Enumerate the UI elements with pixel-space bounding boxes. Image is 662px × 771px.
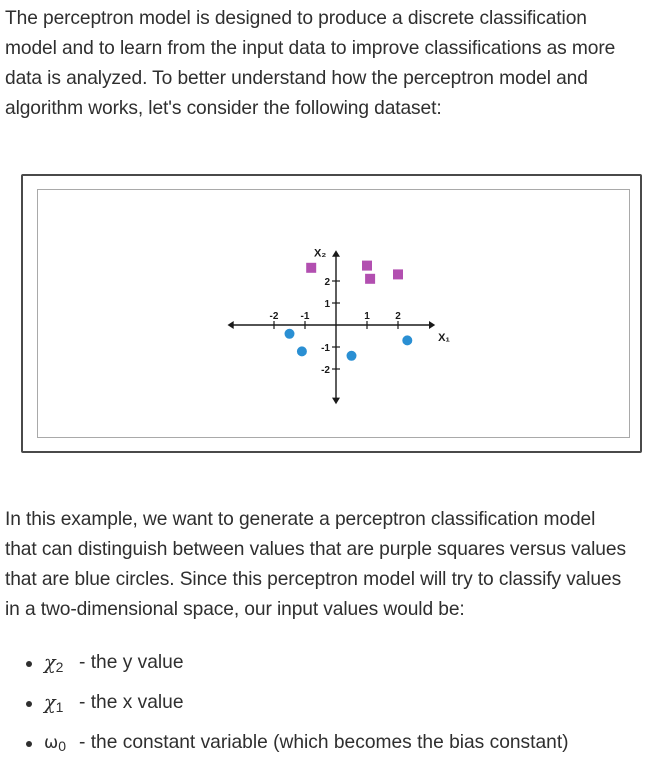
x-axis-label: X₁ — [438, 332, 450, 344]
scatter-plot: -2 -1 1 2 2 1 -1 -2 X₁ X₂ — [227, 247, 450, 405]
intro-line: algorithm works, let's consider the foll… — [5, 98, 442, 119]
example-line: in a two-dimensional space, our input va… — [5, 599, 465, 620]
example-line: In this example, we want to generate a p… — [5, 509, 596, 530]
y-tick-label: -2 — [321, 365, 330, 376]
example-line: that are blue circles. Since this percep… — [5, 569, 622, 590]
variable-symbol: χ1 — [44, 691, 64, 715]
bullet-dot — [26, 741, 32, 747]
x-tick-label: -2 — [270, 311, 279, 322]
y-tick-label: -1 — [321, 343, 330, 354]
x-axis-arrow-left — [227, 321, 234, 329]
intro-line: The perceptron model is designed to prod… — [5, 8, 587, 29]
y-axis-arrow — [332, 250, 340, 257]
list-item: χ1 - the x value — [0, 688, 662, 728]
y-tick-label: 1 — [324, 299, 330, 310]
blue-circle-point — [296, 346, 307, 357]
figure-inner-border: -2 -1 1 2 2 1 -1 -2 X₁ X₂ — [37, 189, 630, 438]
purple-square-point — [393, 269, 403, 280]
x-tick-label: -1 — [301, 311, 310, 322]
x-tick-label: 2 — [395, 311, 401, 322]
variable-description: - the y value — [79, 652, 184, 673]
purple-square-point — [306, 262, 317, 273]
list-item: χ2 - the y value — [0, 648, 662, 688]
variable-symbol: ω0 — [44, 733, 67, 754]
purple-square-point — [365, 273, 376, 284]
y-axis-arrow-down — [332, 397, 340, 405]
intro-line: model and to learn from the input data t… — [5, 38, 616, 59]
intro-paragraph: The perceptron model is designed to prod… — [5, 4, 660, 124]
bullet-dot — [26, 661, 32, 667]
variable-description: - the x value — [79, 692, 184, 713]
y-axis-label: X₂ — [314, 247, 326, 259]
blue-circle-point — [402, 335, 413, 346]
bullet-dot — [26, 701, 32, 707]
intro-line: data is analyzed. To better understand h… — [5, 68, 588, 89]
list-item: ω0 - the constant variable (which become… — [0, 728, 662, 768]
dataset-figure: -2 -1 1 2 2 1 -1 -2 X₁ X₂ — [21, 174, 642, 453]
example-line: that can distinguish between values that… — [5, 539, 626, 560]
x-axis-arrow — [429, 321, 436, 329]
blue-circle-point — [284, 328, 295, 339]
example-paragraph: In this example, we want to generate a p… — [5, 505, 660, 625]
input-values-list: χ2 - the y value χ1 - the x value ω0 - t… — [0, 648, 662, 768]
x-tick-label: 1 — [364, 311, 370, 322]
purple-square-point — [362, 260, 372, 271]
y-tick-label: 2 — [324, 277, 330, 288]
variable-symbol: χ2 — [44, 651, 64, 675]
variable-description: - the constant variable (which becomes t… — [79, 732, 569, 753]
blue-circle-point — [346, 350, 357, 361]
